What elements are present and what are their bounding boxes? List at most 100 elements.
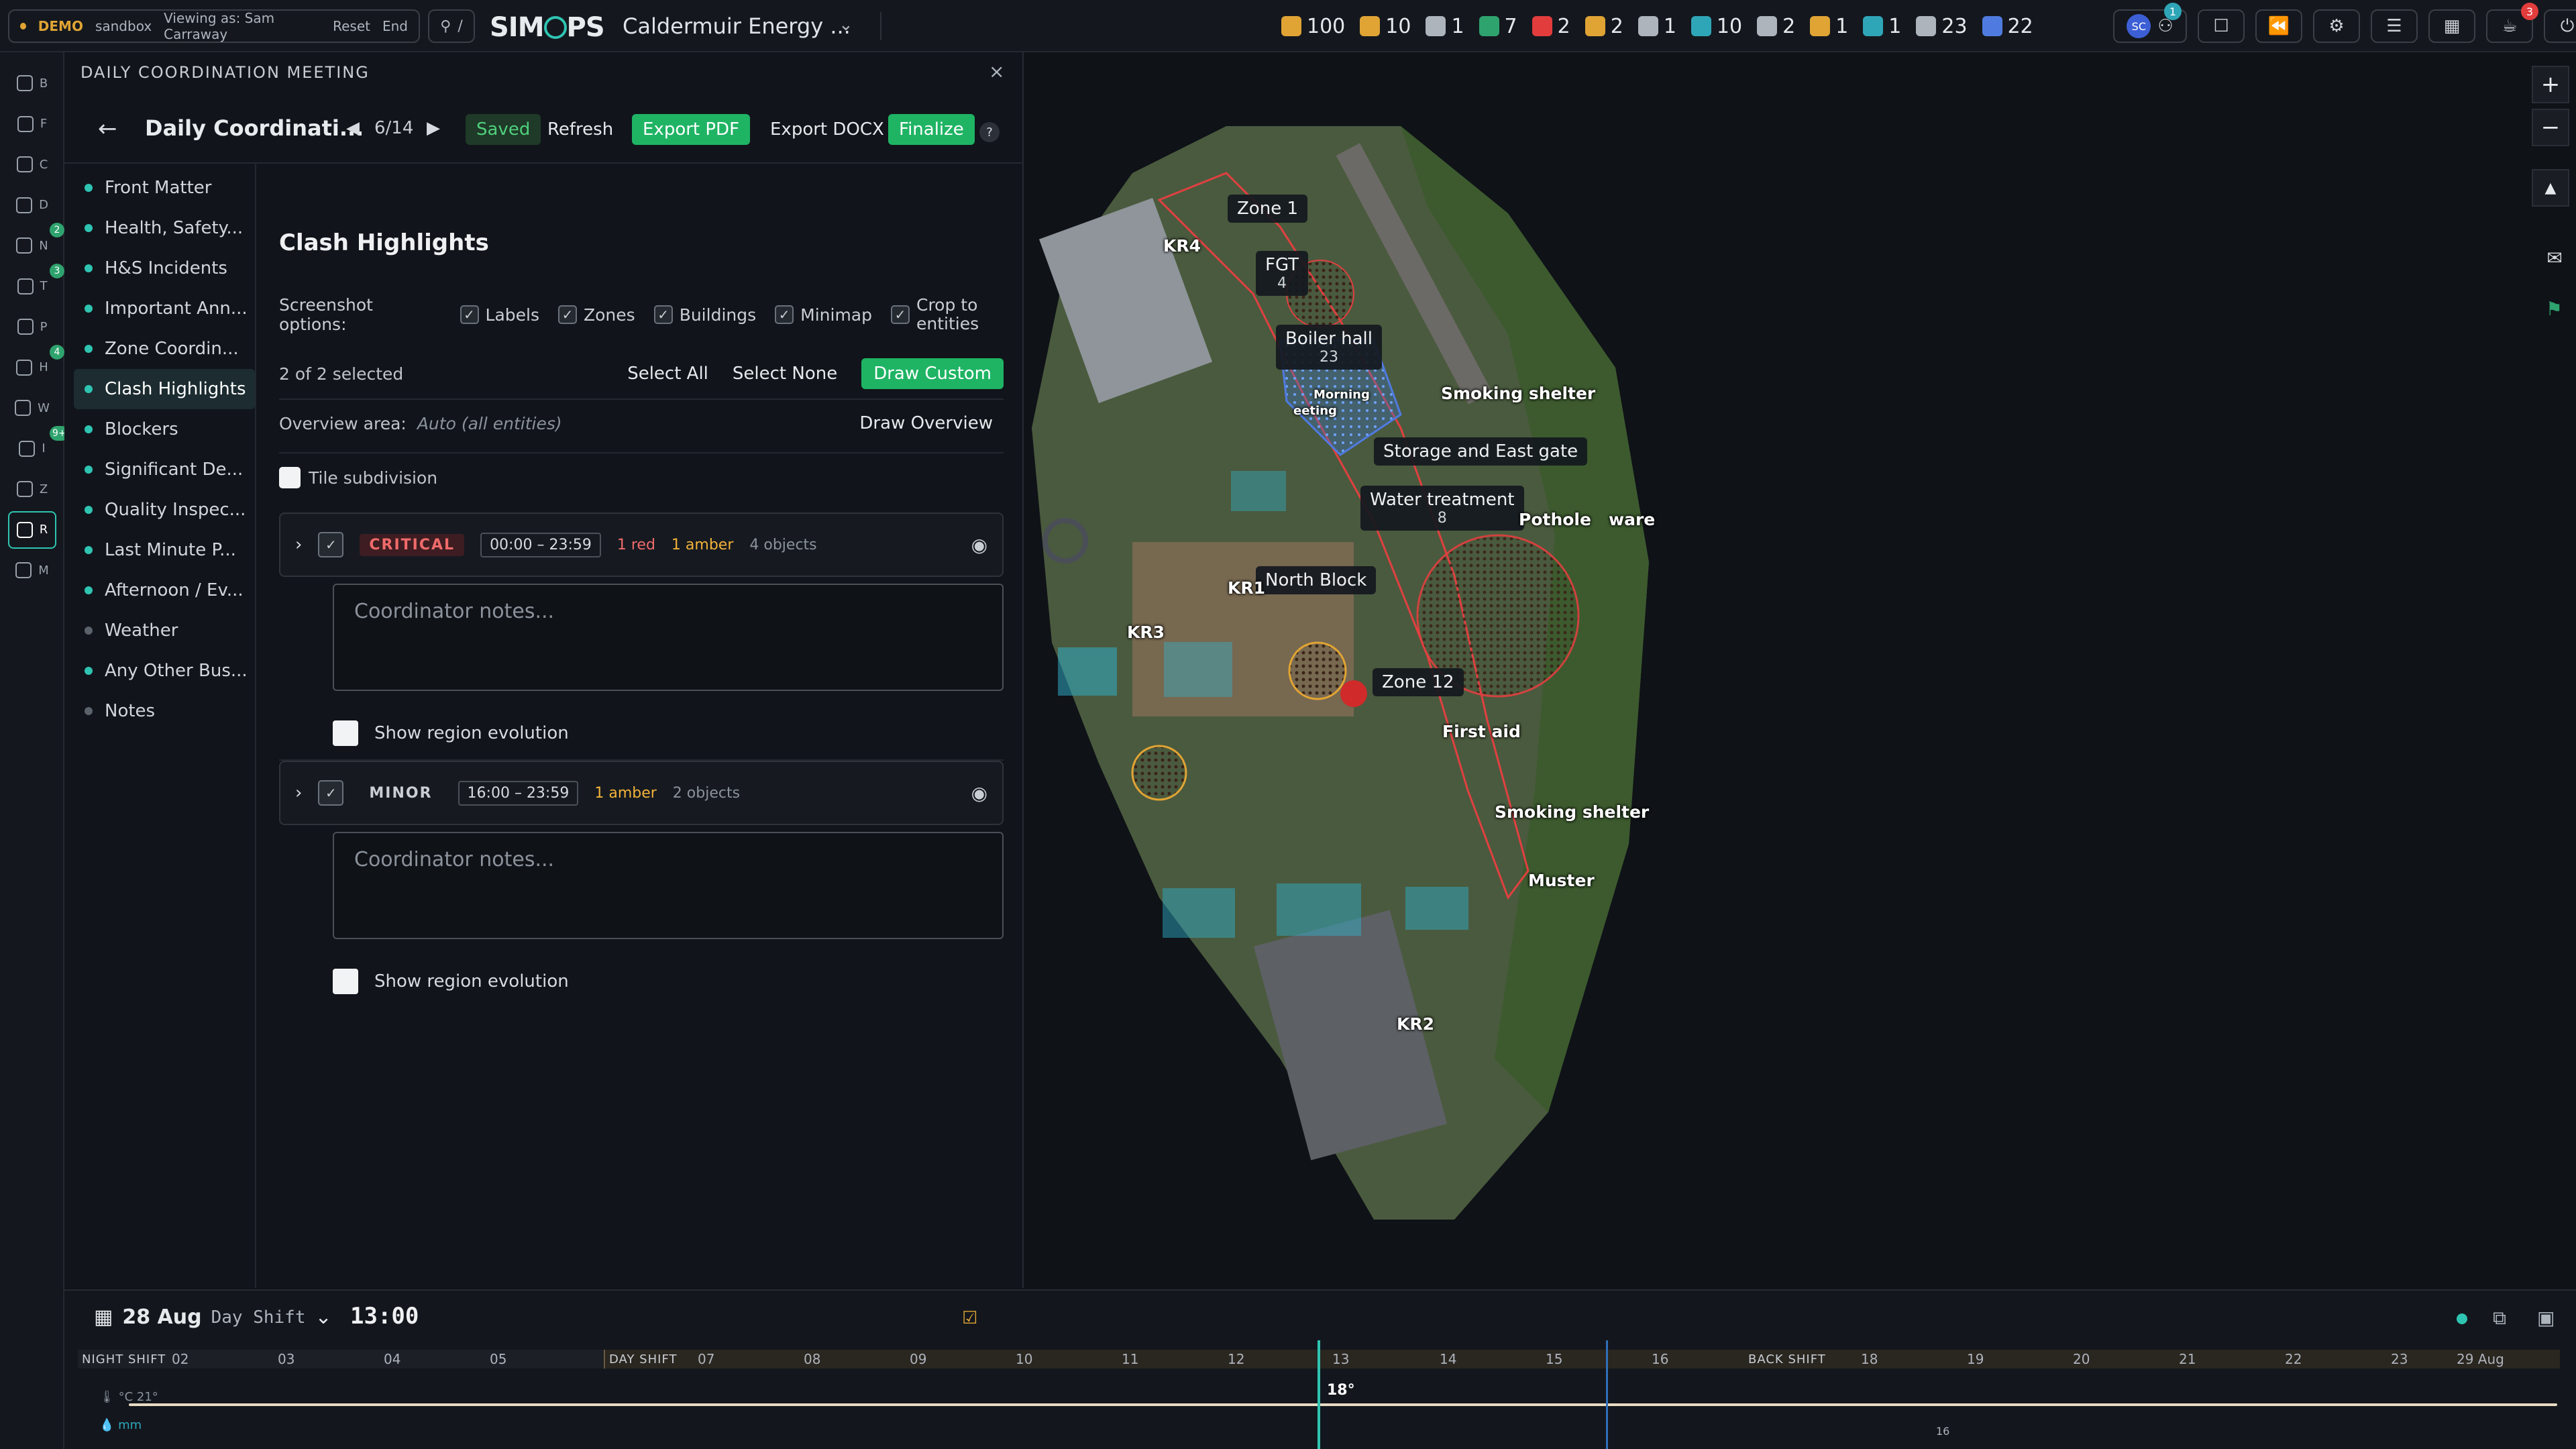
region-evolution-checkbox[interactable] [333, 720, 358, 746]
tile-subdivision-checkbox[interactable] [279, 467, 301, 488]
map-canvas[interactable] [1025, 52, 2576, 1288]
chevron-right-icon[interactable]: › [295, 535, 302, 555]
map-label-boiler[interactable]: Boiler hall 23 [1276, 325, 1382, 370]
count-item[interactable]: 100 [1281, 15, 1345, 38]
rail-item-p[interactable]: P [8, 308, 56, 345]
draw-overview-button[interactable]: Draw Overview [859, 413, 993, 433]
rail-item-r[interactable]: R [8, 511, 56, 549]
avatar-button[interactable]: SC ⚇ 1 [2113, 3, 2187, 43]
map-label-fgt[interactable]: FGT 4 [1256, 251, 1309, 296]
option-buildings[interactable]: ✓ Buildings [653, 305, 756, 325]
refresh-button[interactable]: Refresh [537, 114, 624, 145]
tile-subdivision-row[interactable]: Tile subdivision [279, 467, 1004, 488]
map-label-zone12[interactable]: Zone 12 [1373, 668, 1464, 696]
count-item[interactable]: 10 [1690, 15, 1742, 38]
search-button[interactable]: ⚲ / [428, 9, 475, 43]
compass-button[interactable]: ▲ [2532, 169, 2569, 207]
help-button[interactable]: ? [979, 122, 1000, 142]
option-labels[interactable]: ✓ Labels [460, 305, 539, 325]
map-label-muster[interactable]: Muster [1528, 871, 1595, 890]
rewind-button[interactable]: ⏪ [2255, 9, 2302, 43]
rail-item-b[interactable]: B [8, 64, 56, 102]
toc-item[interactable]: Health, Safety... [74, 208, 255, 248]
toc-item[interactable]: Quality Inspec... [74, 490, 255, 530]
toc-item[interactable]: Any Other Bus... [74, 651, 255, 691]
toc-item[interactable]: Weather [74, 610, 255, 651]
count-item[interactable]: 23 [1916, 15, 1968, 38]
count-item[interactable]: 1 [1810, 15, 1848, 38]
end-button[interactable]: End [382, 18, 408, 34]
count-item[interactable]: 10 [1360, 15, 1411, 38]
map-label-smoking-shelter[interactable]: Smoking shelter [1441, 384, 1595, 403]
clash-row-critical[interactable]: › ✓ CRITICAL 00:00 – 23:59 1 red 1 amber… [279, 513, 1004, 577]
checkbox-checked[interactable]: ✓ [891, 305, 910, 324]
next-page-icon[interactable]: ▶ [427, 118, 440, 138]
rail-item-c[interactable]: C [8, 146, 56, 183]
count-item[interactable]: 2 [1757, 15, 1795, 38]
zoom-out-button[interactable]: − [2532, 109, 2569, 146]
rail-item-t[interactable]: T3 [8, 263, 64, 305]
count-item[interactable]: 1 [1426, 15, 1464, 38]
select-none-button[interactable]: Select None [733, 364, 837, 384]
map-label-kr1[interactable]: KR1 [1228, 578, 1265, 598]
select-all-button[interactable]: Select All [627, 364, 708, 384]
layers-button[interactable]: ☰ [2371, 9, 2418, 43]
option-minimap[interactable]: ✓ Minimap [775, 305, 872, 325]
count-item[interactable]: 7 [1479, 15, 1517, 38]
rail-item-f[interactable]: F [8, 105, 56, 143]
rail-item-w[interactable]: W [8, 389, 56, 427]
clash-row-minor[interactable]: › ✓ MINOR 16:00 – 23:59 1 amber 2 object… [279, 761, 1004, 825]
notifications-button[interactable]: ☕ 3 [2486, 3, 2538, 43]
count-item[interactable]: 22 [1982, 15, 2033, 38]
export-docx-button[interactable]: Export DOCX [759, 114, 895, 145]
map-label-kr2[interactable]: KR2 [1397, 1014, 1434, 1034]
unlock-button[interactable]: ☐ [2198, 9, 2245, 43]
rail-item-n[interactable]: N2 [8, 223, 64, 264]
map-label-water[interactable]: Water treatment 8 [1360, 486, 1524, 531]
coordinator-notes-input[interactable]: Coordinator notes... [333, 584, 1004, 691]
rail-item-d[interactable]: D [8, 186, 56, 224]
map-label-kr3[interactable]: KR3 [1127, 623, 1165, 642]
prev-page-icon[interactable]: ◀ [346, 118, 360, 138]
draw-custom-button[interactable]: Draw Custom [861, 358, 1004, 389]
finalize-button[interactable]: Finalize [888, 114, 975, 145]
clash-checkbox[interactable]: ✓ [318, 780, 344, 806]
option-zones[interactable]: ✓ Zones [558, 305, 635, 325]
reset-button[interactable]: Reset [333, 18, 370, 34]
playhead[interactable] [1318, 1340, 1320, 1449]
rail-item-i[interactable]: I 9+ [8, 425, 69, 468]
map-label-smoking-shelter[interactable]: Smoking shelter [1495, 802, 1649, 822]
map-label-north[interactable]: North Block [1256, 566, 1377, 594]
toc-item[interactable]: Afternoon / Ev... [74, 570, 255, 610]
toc-item[interactable]: Notes [74, 691, 255, 731]
eye-icon[interactable]: ◉ [971, 534, 987, 556]
toc-item[interactable]: H&S Incidents [74, 248, 255, 288]
timeline[interactable]: ▦ 28 Aug Day Shift ⌄ 13:00 ☑ ⧉ ▣ NIGHT S… [64, 1289, 2576, 1449]
toc-item[interactable]: Significant De... [74, 449, 255, 490]
checkbox-checked[interactable]: ✓ [460, 305, 479, 324]
clash-checkbox[interactable]: ✓ [318, 532, 344, 557]
map-label-ware[interactable]: ware [1609, 510, 1655, 529]
back-arrow-icon[interactable]: ← [98, 115, 117, 142]
coordinator-notes-input[interactable]: Coordinator notes... [333, 832, 1004, 939]
export-pdf-button[interactable]: Export PDF [632, 114, 751, 145]
rail-item-m[interactable]: M [8, 551, 56, 589]
count-item[interactable]: 2 [1585, 15, 1623, 38]
chevron-down-icon[interactable]: ⌄ [839, 15, 853, 35]
count-item[interactable]: 1 [1863, 15, 1901, 38]
option-crop[interactable]: ✓ Crop to entities [891, 296, 1004, 333]
map-label-storage[interactable]: Storage and East gate [1374, 437, 1588, 466]
map-label-pothole[interactable]: Pothole [1519, 510, 1591, 529]
region-evolution-checkbox[interactable] [333, 969, 358, 994]
zoom-in-button[interactable]: + [2532, 66, 2569, 103]
toc-item[interactable]: Important Ann... [74, 288, 255, 329]
region-evolution-toggle[interactable]: Show region evolution [333, 969, 569, 994]
date-picker[interactable]: ▦ 28 Aug Day Shift ⌄ [94, 1305, 332, 1329]
map-label-first-aid[interactable]: First aid [1442, 722, 1521, 741]
map-label-kr4[interactable]: KR4 [1163, 236, 1201, 256]
checkbox-checked[interactable]: ✓ [653, 305, 673, 324]
checkbox-checked[interactable]: ✓ [558, 305, 577, 324]
eye-icon[interactable]: ◉ [971, 782, 987, 804]
toc-item[interactable]: Front Matter [74, 168, 255, 208]
project-name[interactable]: Caldermuir Energy ... [623, 13, 851, 39]
